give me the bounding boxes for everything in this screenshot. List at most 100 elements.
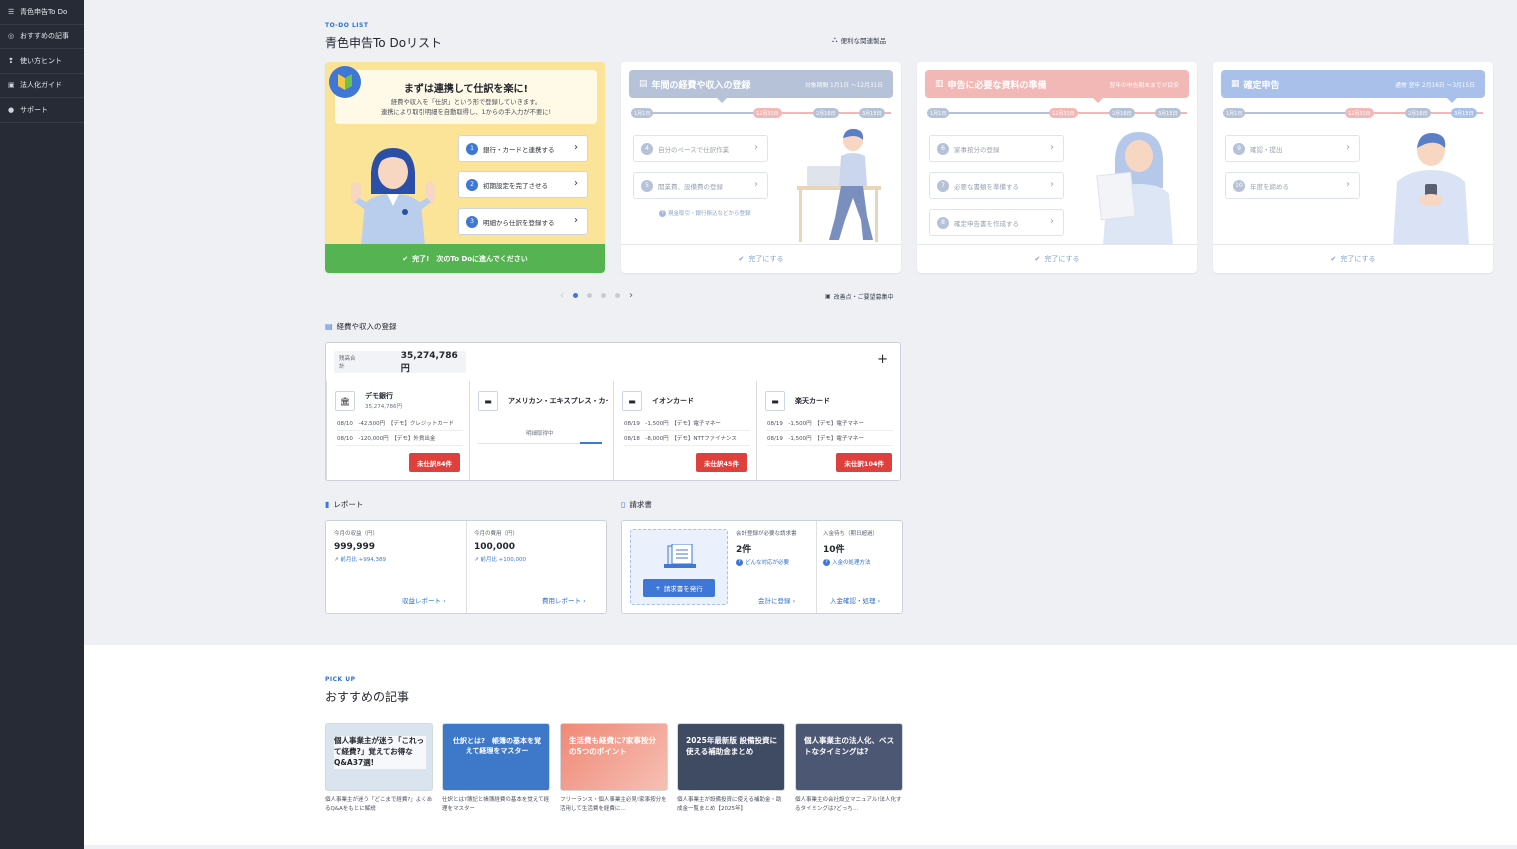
sidebar-item-support[interactable]: ● サポート xyxy=(0,98,84,123)
pickup-eyebrow: PICK UP xyxy=(325,676,356,683)
date-jan1: 1月1日 xyxy=(927,108,950,118)
sidebar: ☰ 青色申告To Do ◎ おすすめの記事 ❢ 使い方ヒント ▣ 法人化ガイド ● サポー… xyxy=(0,0,84,849)
unpaid-label: 入金待ち（期日超過） xyxy=(823,531,879,537)
article-thumbnail: 個人事業主が迷う「これって経費?」覚えてお得なQ&A37選! xyxy=(325,723,433,791)
unjournaled-badge[interactable]: 未仕訳84件 xyxy=(408,453,460,472)
pending-help-link[interactable]: ? どんな対応が必要 xyxy=(736,558,789,566)
step2-initial-setup-button[interactable]: 2 初期設定を完了させる › xyxy=(458,171,588,198)
chevron-right-icon: › xyxy=(1050,142,1054,153)
report-section-label: レポート xyxy=(333,500,364,509)
account-card-aeon[interactable]: ▬ イオンカード 08/19 -1,500円 【デモ】電子マネー 08/18 -… xyxy=(613,381,756,481)
carousel-dot-1[interactable] xyxy=(573,293,578,298)
date-dec31: 12月31日 xyxy=(1049,108,1078,118)
step-number: 6 xyxy=(937,142,949,155)
expense-report-label: 費用レポート xyxy=(542,597,581,605)
carousel-next-button[interactable]: › xyxy=(629,290,633,301)
income-report-link[interactable]: 収益レポート › xyxy=(402,595,446,605)
carousel-dot-3[interactable] xyxy=(601,293,606,298)
income-label: 今月の収益（円） xyxy=(334,531,379,537)
article-card-2[interactable]: 仕訳とは? 帳簿の基本を覚えて経理をマスター 仕訳とは?簿記と帳簿経費の基本を覚… xyxy=(442,723,550,816)
income-delta: ↗ 前月比 +994,389 xyxy=(334,555,386,563)
invoice-panel: + 請求書を発行 会計登録が必要な請求書 2件 ? どんな対応が必要 会計に登録 ›… xyxy=(621,520,903,614)
article-card-4[interactable]: 2025年最新版 設備投資に使える補助金まとめ 個人事業主が設備投資に使える補助… xyxy=(677,723,785,816)
payment-confirm-link[interactable]: 入金確認・処理 › xyxy=(830,595,880,605)
chevron-right-icon: › xyxy=(754,142,758,153)
article-thumb-text: 個人事業主の法人化、ベストなタイミングは? xyxy=(804,736,895,756)
man-with-phone-illustration xyxy=(1393,132,1469,245)
account-balance: 35,274,786円 xyxy=(365,404,402,410)
total-balance: 残高合計 35,274,786円 xyxy=(334,351,466,374)
card2-complete-button[interactable]: ✔ 完了にする xyxy=(621,244,901,273)
sidebar-item-label: 青色申告To Do xyxy=(20,7,68,16)
article-card-3[interactable]: 生活費も経費に?家事按分の5つのポイント フリーランス・個人事業主必見!家事按分… xyxy=(560,723,668,816)
plus-icon: + xyxy=(655,584,661,592)
card2-period: 対象期間 1月1日 〜12月31日 xyxy=(805,82,883,89)
step-label: 銀行・カードと連携する xyxy=(483,145,555,154)
list-icon: ☰ xyxy=(8,7,15,16)
trend-up-icon: ↗ xyxy=(334,557,339,563)
sidebar-item-articles[interactable]: ◎ おすすめの記事 xyxy=(0,25,84,49)
card4-period: 通常 翌年 2月16日 〜3月15日 xyxy=(1395,82,1475,89)
carousel-dot-2[interactable] xyxy=(587,293,592,298)
article-card-1[interactable]: 個人事業主が迷う「これって経費?」覚えてお得なQ&A37選! 個人事業主が迷う「… xyxy=(325,723,433,816)
article-thumbnail: 生活費も経費に?家事按分の5つのポイント xyxy=(560,723,668,791)
carousel-dot-4[interactable] xyxy=(615,293,620,298)
card2-timeline: 1月1日 12月31日 2月16日 3月15日 xyxy=(631,108,891,118)
expense-delta-label: 前月比 +100,000 xyxy=(480,557,526,563)
card3-complete-button[interactable]: ✔ 完了にする xyxy=(917,244,1197,273)
register-accounting-link[interactable]: 会計に登録 › xyxy=(758,595,795,605)
account-card-rakuten[interactable]: ▬ 楽天カード 08/19 -1,500円 【デモ】電子マネー 08/19 -1… xyxy=(756,381,901,481)
account-card-demo-bank[interactable]: 🏛 デモ銀行 35,274,786円 08/10 -42,500円 【デモ】クレ… xyxy=(326,381,469,481)
card1-complete-banner[interactable]: ✔ 完了! 次のTo Doに進んでください xyxy=(325,244,605,273)
article-card-5[interactable]: 個人事業主の法人化、ベストなタイミングは? 個人事業主の会社設立マニュアル!法人… xyxy=(795,723,903,816)
card-icon: ▬ xyxy=(765,391,785,411)
card4-complete-button[interactable]: ✔ 完了にする xyxy=(1213,244,1493,273)
issue-invoice-button[interactable]: + 請求書を発行 xyxy=(643,579,715,597)
building-icon: ▣ xyxy=(8,81,15,90)
date-jan1: 1月1日 xyxy=(1223,108,1246,118)
article-description: 個人事業主の会社設立マニュアル!法人化するタイミングは?どっち… xyxy=(795,797,902,813)
related-products-label: 便利な関連製品 xyxy=(840,37,887,45)
step6-household-allocation-button[interactable]: 6 家事按分の登録 › xyxy=(929,135,1064,162)
add-account-button[interactable]: + xyxy=(877,352,888,367)
step-number: 10 xyxy=(1233,179,1245,192)
sidebar-item-todo[interactable]: ☰ 青色申告To Do xyxy=(0,0,84,25)
invoice-section-title: ▯ 請求書 xyxy=(621,499,652,510)
step3-register-journal-button[interactable]: 3 明細から仕訳を登録する › xyxy=(458,208,588,235)
sidebar-item-hints[interactable]: ❢ 使い方ヒント xyxy=(0,49,84,74)
question-icon: ? xyxy=(736,558,743,566)
carousel-prev-button[interactable]: ‹ xyxy=(560,290,564,301)
report-section-title: ▮ レポート xyxy=(325,499,363,510)
expense-report-link[interactable]: 費用レポート › xyxy=(542,595,586,605)
expense-section-title: ▤ 経費や収入の登録 xyxy=(325,321,397,332)
pending-value: 2件 xyxy=(736,545,752,555)
card3-period: 翌年の申告期末までが目安 xyxy=(1109,82,1179,89)
related-products-link[interactable]: ⛬ 便利な関連製品 xyxy=(832,35,886,45)
step5-startup-costs-button[interactable]: 5 開業費、設備費の登録 › xyxy=(633,172,768,199)
step7-prepare-docs-button[interactable]: 7 必要な書類を準備する › xyxy=(929,172,1064,199)
unjournaled-badge[interactable]: 未仕訳104件 xyxy=(836,453,892,472)
step4-own-pace-button[interactable]: 4 自分のペースで仕訳作業 › xyxy=(633,135,768,162)
chevron-right-icon: › xyxy=(754,179,758,190)
sidebar-item-incorporation[interactable]: ▣ 法人化ガイド xyxy=(0,74,84,98)
unjournaled-badge[interactable]: 未仕訳45件 xyxy=(695,453,747,472)
document-icon: ▥ xyxy=(935,79,944,89)
article-description: 仕訳とは?簿記と帳簿経費の基本を覚えて経理をマスター xyxy=(442,797,550,813)
card4-timeline: 1月1日 12月31日 2月16日 3月15日 xyxy=(1223,108,1483,118)
step1-connect-bank-button[interactable]: 1 銀行・カードと連携する › xyxy=(458,135,588,162)
todo-card-final-return: ▦ 確定申告 通常 翌年 2月16日 〜3月15日 1月1日 12月31日 2月16… xyxy=(1213,62,1493,273)
date-jan1: 1月1日 xyxy=(631,108,654,118)
step-label: 必要な書類を準備する xyxy=(954,182,1019,191)
step8-create-return-button[interactable]: 8 確定申告書を作成する › xyxy=(929,209,1064,236)
feedback-link[interactable]: ▣ 改善点・ご要望募集中 xyxy=(825,292,894,301)
step10-close-year-button[interactable]: 10 年度を締める › xyxy=(1225,172,1360,199)
account-card-amex[interactable]: ▬ アメリカン・エキスプレス・カード 明細取得中 xyxy=(469,381,612,481)
unpaid-help-link[interactable]: ? 入金の処理方法 xyxy=(823,558,871,566)
check-circle-icon: ✔ xyxy=(1330,255,1337,263)
divider xyxy=(816,521,817,613)
divider xyxy=(466,521,467,613)
card2-note-link[interactable]: ? 現金取引・銀行振込などから登録 xyxy=(659,209,751,217)
card-icon: ▬ xyxy=(622,391,642,411)
step9-submit-button[interactable]: 9 確認・提出 › xyxy=(1225,135,1360,162)
report-panel: 今月の収益（円） 999,999 ↗ 前月比 +994,389 収益レポート ›… xyxy=(325,520,607,614)
